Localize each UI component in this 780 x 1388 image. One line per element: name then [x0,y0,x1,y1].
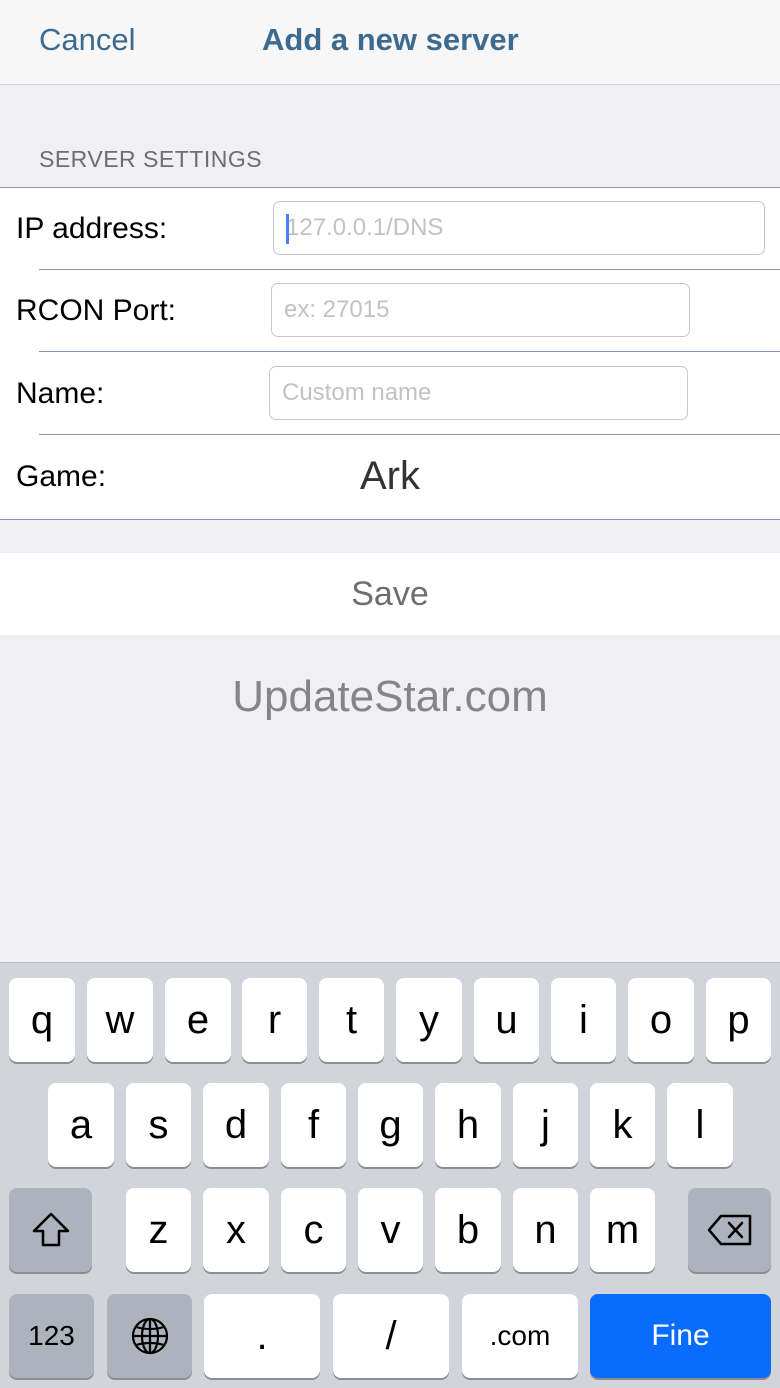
globe-key[interactable] [107,1294,192,1378]
key-e[interactable]: e [165,978,231,1062]
key-z[interactable]: z [126,1188,191,1272]
ip-address-input[interactable] [273,201,765,255]
ip-address-row: IP address: [0,188,780,270]
shift-key[interactable] [9,1188,92,1272]
key-r[interactable]: r [242,978,307,1062]
navigation-bar: Cancel Add a new server [0,0,780,85]
key-x[interactable]: x [203,1188,269,1272]
text-cursor [286,214,289,244]
rcon-port-label: RCON Port: [16,294,177,327]
numbers-key[interactable]: 123 [9,1294,94,1378]
period-key[interactable]: . [204,1294,320,1378]
key-b[interactable]: b [435,1188,501,1272]
key-f[interactable]: f [281,1083,346,1167]
ip-address-label: IP address: [16,212,168,245]
key-l[interactable]: l [667,1083,733,1167]
name-label: Name: [16,377,105,410]
key-k[interactable]: k [590,1083,655,1167]
key-u[interactable]: u [474,978,539,1062]
server-settings-group: IP address: RCON Port: Name: Game: Ark [0,187,780,520]
dotcom-key[interactable]: .com [462,1294,578,1378]
key-t[interactable]: t [319,978,384,1062]
page-title: Add a new server [262,22,519,57]
key-w[interactable]: w [87,978,153,1062]
watermark: UpdateStar.com [232,672,548,721]
name-input[interactable] [269,366,688,420]
key-s[interactable]: s [126,1083,191,1167]
key-m[interactable]: m [590,1188,655,1272]
shift-arrow-icon [32,1212,69,1247]
key-c[interactable]: c [281,1188,346,1272]
save-button[interactable]: Save [0,553,780,635]
key-q[interactable]: q [9,978,75,1062]
row-divider [39,351,780,352]
game-row[interactable]: Game: Ark [0,436,780,519]
rcon-port-input[interactable] [271,283,690,337]
backspace-key[interactable] [688,1188,771,1272]
rcon-port-row: RCON Port: [0,270,780,352]
key-n[interactable]: n [513,1188,578,1272]
key-v[interactable]: v [358,1188,423,1272]
key-g[interactable]: g [358,1083,423,1167]
backspace-icon [707,1214,751,1246]
keyboard: q w e r t y u i o p a s d f g h j k l z … [0,962,780,1388]
return-key[interactable]: Fine [590,1294,771,1378]
cancel-button[interactable]: Cancel [39,22,136,58]
key-p[interactable]: p [706,978,771,1062]
name-row: Name: [0,353,780,435]
game-value[interactable]: Ark [0,454,780,499]
globe-icon [131,1317,168,1355]
key-y[interactable]: y [396,978,462,1062]
key-a[interactable]: a [48,1083,114,1167]
key-i[interactable]: i [551,978,616,1062]
save-label: Save [351,575,429,613]
slash-key[interactable]: / [333,1294,449,1378]
key-o[interactable]: o [628,978,694,1062]
section-header: SERVER SETTINGS [39,146,263,172]
key-h[interactable]: h [435,1083,501,1167]
key-d[interactable]: d [203,1083,269,1167]
key-j[interactable]: j [513,1083,578,1167]
row-divider [39,434,780,435]
